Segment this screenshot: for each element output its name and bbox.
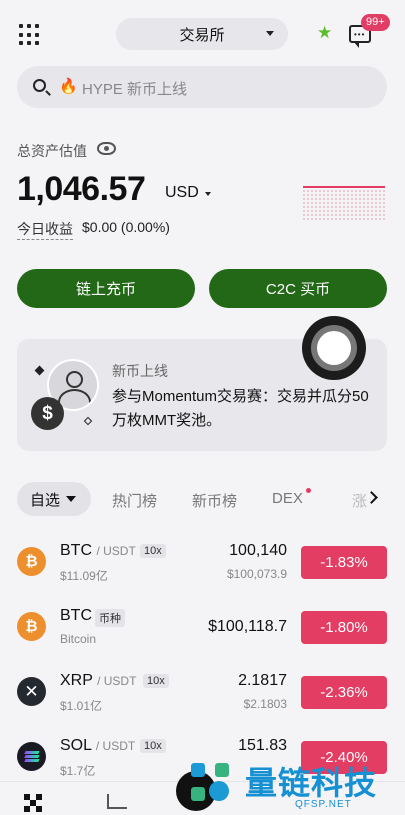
coin-name: Bitcoin [60, 632, 97, 646]
star-icon[interactable]: ★ [317, 23, 332, 43]
dollar-coin-icon: $ [31, 397, 64, 430]
pair-symbol: BTC [60, 607, 92, 624]
xrp-icon: ✕ [17, 677, 46, 706]
last-price: 100,140 [229, 542, 287, 559]
notification-dot [306, 488, 311, 493]
onchain-deposit-button[interactable]: 链上充币 [17, 269, 195, 308]
last-price: 151.83 [238, 737, 287, 754]
watermark: 量链科技 QFSP.NET [185, 758, 405, 815]
tab-hot[interactable]: 热门榜 [112, 490, 157, 511]
search-bar[interactable]: 🔥 HYPE 新币上线 [17, 66, 387, 108]
market-row[interactable]: ₿ BTC / USDT 10x $11.09亿 100,140 $100,07… [0, 533, 405, 593]
watermark-url: QFSP.NET [295, 799, 352, 810]
c2c-buy-button[interactable]: C2C 买币 [209, 269, 387, 308]
change-badge[interactable]: -1.80% [301, 611, 387, 644]
solana-icon [17, 742, 46, 771]
caret-down-icon [205, 192, 211, 196]
today-pnl-label[interactable]: 今日收益 [17, 219, 73, 240]
mini-chart [303, 186, 385, 222]
top-bar: 交易所 ★ ••• 99+ [0, 14, 405, 54]
market-chart-icon[interactable] [107, 794, 127, 809]
leverage-badge: 10x [140, 739, 166, 753]
market-row[interactable]: ✕ XRP / USDT 10x $1.01亿 2.1817 $2.1803 -… [0, 663, 405, 723]
currency-selector[interactable]: USD [165, 184, 199, 202]
total-balance: 1,046.57 [17, 170, 146, 208]
search-placeholder: HYPE 新币上线 [82, 81, 188, 98]
pair-symbol: XRP / USDT [60, 672, 137, 689]
floating-assistive-button[interactable] [302, 316, 366, 380]
market-row[interactable]: ₿ BTC 币种 Bitcoin $100,118.7 -1.80% [0, 598, 405, 658]
change-badge[interactable]: -2.36% [301, 676, 387, 709]
leverage-badge: 10x [143, 674, 169, 688]
tab-favorites-label: 自选 [30, 491, 61, 509]
leverage-badge: 10x [140, 544, 166, 558]
diamond-icon [34, 365, 45, 376]
tab-favorites[interactable]: 自选 [17, 482, 91, 516]
fire-icon: 🔥 [59, 78, 78, 95]
caret-down-icon [266, 31, 274, 36]
bitcoin-icon: ₿ [17, 612, 46, 641]
tab-dex[interactable]: DEX [272, 490, 303, 507]
last-price: 2.1817 [238, 672, 287, 689]
coin-tag: 币种 [95, 609, 125, 627]
tab-overflow[interactable]: 涨 [352, 490, 367, 511]
pair-symbol: SOL / USDT [60, 737, 136, 754]
price-usd: $100,073.9 [226, 567, 287, 581]
search-icon [33, 79, 46, 92]
volume: $11.09亿 [60, 569, 108, 583]
price-usd: $2.1803 [243, 697, 287, 711]
chevron-right-icon[interactable] [365, 491, 378, 504]
promo-tag: 新币上线 [112, 363, 168, 379]
pair-symbol: BTC / USDT [60, 542, 136, 559]
home-icon[interactable] [24, 794, 44, 814]
total-assets-label: 总资产估值 [17, 143, 87, 159]
tab-new[interactable]: 新币榜 [192, 490, 237, 511]
eye-icon[interactable] [97, 142, 116, 155]
bitcoin-icon: ₿ [17, 547, 46, 576]
market-tabs: 自选 热门榜 新币榜 DEX 涨 [17, 482, 405, 516]
grid-menu-icon[interactable] [19, 24, 41, 46]
diamond-icon [83, 416, 93, 426]
volume: $1.7亿 [60, 764, 96, 778]
change-badge[interactable]: -1.83% [301, 546, 387, 579]
promo-text: 参与Momentum交易赛：交易并瓜分50万枚MMT奖池。 [112, 388, 369, 429]
last-price: $100,118.7 [208, 618, 287, 635]
exchange-label: 交易所 [179, 26, 225, 44]
today-pnl-value: $0.00 (0.00%) [82, 219, 170, 235]
watermark-text: 量链科技 [245, 764, 378, 802]
exchange-switch[interactable]: 交易所 [116, 18, 288, 50]
volume: $1.01亿 [60, 699, 103, 713]
watermark-logo [187, 759, 235, 807]
message-badge: 99+ [361, 14, 390, 31]
caret-down-icon [66, 496, 77, 502]
